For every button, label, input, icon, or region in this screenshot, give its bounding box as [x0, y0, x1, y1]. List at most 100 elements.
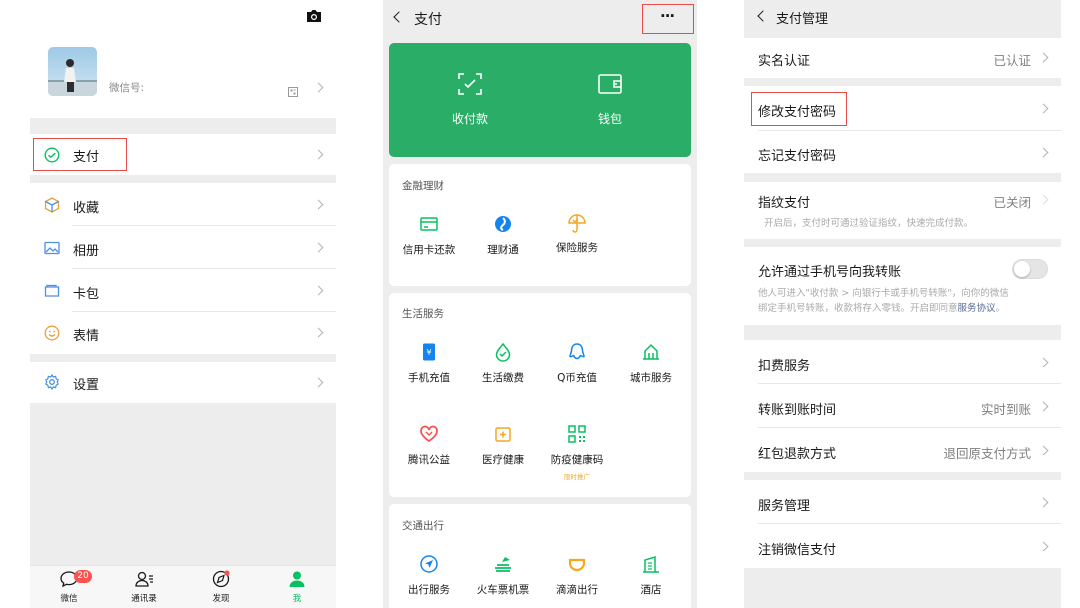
grid-item-utilities[interactable]: 生活缴费 — [464, 342, 542, 385]
row-service-management[interactable]: 服务管理 — [744, 480, 1061, 524]
chevron-right-icon — [1038, 194, 1049, 205]
grid-item-credit-card[interactable]: 信用卡还款 — [390, 214, 468, 257]
highlight-box — [33, 138, 127, 171]
highlight-box — [751, 92, 847, 126]
promo-tag: 限时推广 — [564, 473, 590, 481]
row-label: 实名认证 — [758, 54, 811, 69]
chevron-right-icon — [1038, 357, 1049, 368]
row-label: 注销微信支付 — [758, 543, 837, 558]
grid-item-didi[interactable]: 滴滴出行 — [538, 554, 616, 597]
row-label: 服务管理 — [758, 499, 811, 514]
grid-label: 城市服务 — [630, 372, 672, 384]
row-description-line1: 他人可进入"收付款 > 向银行卡或手机号转账"，向你的微信 — [758, 288, 1009, 299]
grid-item-charity[interactable]: 腾讯公益 — [390, 424, 468, 467]
grid-label: 手机充值 — [408, 372, 450, 384]
chevron-right-icon — [313, 199, 324, 210]
chevron-right-icon — [313, 242, 324, 253]
hotel-icon — [643, 555, 659, 573]
description-text: 绑定手机号转账，收款将存入零钱。开启即同意 — [758, 303, 958, 314]
tab-chats[interactable]: 微信 20 — [44, 570, 94, 604]
row-label: 忘记支付密码 — [758, 149, 837, 164]
menu-item-cards[interactable]: 卡包 — [30, 269, 336, 312]
avatar[interactable] — [48, 47, 97, 96]
menu-label-cards: 卡包 — [73, 287, 100, 302]
row-fingerprint[interactable]: 指纹支付 已关闭 开启后，支付时可通过验证指纹，快速完成付款。 — [744, 182, 1061, 239]
grid-label: 滴滴出行 — [556, 584, 598, 596]
grid-item-wealth[interactable]: 理财通 — [464, 214, 542, 257]
grid-label: 理财通 — [487, 244, 519, 256]
tab-discover[interactable]: 发现 — [196, 570, 246, 604]
camera-icon[interactable] — [306, 8, 322, 27]
phone-transfer-toggle[interactable] — [1012, 259, 1048, 279]
menu-item-favorites[interactable]: 收藏 — [30, 183, 336, 226]
grid-label: 防疫健康码 — [550, 454, 604, 466]
tab-contacts[interactable]: 通讯录 — [118, 570, 170, 604]
tab-me[interactable]: 我 — [272, 570, 322, 604]
page-title: 支付 — [414, 12, 442, 28]
grid-label: 火车票机票 — [476, 584, 530, 596]
page-title: 支付管理 — [776, 12, 829, 27]
row-realname[interactable]: 实名认证 已认证 — [744, 38, 1061, 78]
wealth-icon — [495, 216, 511, 232]
service-agreement-link[interactable]: 服务协议 — [958, 303, 996, 314]
row-deduction[interactable]: 扣费服务 — [744, 340, 1061, 384]
grid-item-hotel[interactable]: 酒店 — [612, 554, 690, 597]
cards-icon — [44, 283, 60, 303]
qr-code-icon[interactable] — [288, 82, 298, 101]
chevron-right-icon — [313, 377, 324, 388]
favorites-icon — [44, 197, 60, 217]
grid-label: 酒店 — [640, 584, 662, 596]
profile-header[interactable]: 微信号: — [30, 0, 336, 118]
menu-item-album[interactable]: 相册 — [30, 226, 336, 269]
row-description-line2: 绑定手机号转账，收款将存入零钱。开启即同意服务协议。 — [758, 301, 1047, 316]
menu-item-settings[interactable]: 设置 — [30, 362, 336, 403]
back-icon[interactable] — [393, 11, 405, 23]
row-arrival-time[interactable]: 转账到账时间 实时到账 — [744, 384, 1061, 428]
chevron-right-icon — [1038, 147, 1049, 158]
section-title: 交通出行 — [402, 520, 444, 532]
receive-pay-label: 收付款 — [451, 112, 488, 126]
grid-label: 医疗健康 — [482, 454, 524, 466]
row-red-packet-refund[interactable]: 红包退款方式 退回原支付方式 — [744, 428, 1061, 472]
section-title: 金融理财 — [402, 180, 444, 192]
svg-text:¥: ¥ — [426, 348, 431, 357]
travel-icon — [420, 555, 438, 573]
row-value: 实时到账 — [980, 402, 1031, 417]
chevron-right-icon — [313, 149, 324, 160]
receive-pay-button[interactable]: 收付款 — [431, 72, 509, 127]
grid-label: 信用卡还款 — [402, 244, 456, 256]
row-cancel-wechat-pay[interactable]: 注销微信支付 — [744, 524, 1061, 568]
grid-item-travel[interactable]: 出行服务 — [390, 554, 468, 597]
grid-item-health-code[interactable]: 防疫健康码 限时推广 — [538, 424, 616, 481]
row-label: 红包退款方式 — [758, 447, 837, 462]
menu-label-settings: 设置 — [73, 378, 100, 393]
medical-icon — [495, 427, 511, 442]
insurance-icon — [568, 214, 586, 233]
train-icon — [495, 557, 511, 572]
grid-item-city[interactable]: 城市服务 — [612, 342, 690, 385]
menu-label-favorites: 收藏 — [73, 201, 100, 216]
tab-label: 通讯录 — [131, 594, 157, 604]
credit-card-icon — [420, 217, 438, 231]
qcoin-icon — [569, 343, 585, 360]
row-forgot-password[interactable]: 忘记支付密码 — [744, 131, 1061, 173]
tab-label: 发现 — [212, 594, 230, 604]
didi-icon — [568, 558, 586, 572]
finance-card: 金融理财 信用卡还款 理财通 保险服务 — [389, 164, 691, 286]
grid-item-insurance[interactable]: 保险服务 — [538, 212, 616, 255]
grid-item-medical[interactable]: 医疗健康 — [464, 424, 542, 467]
menu-item-sticker[interactable]: 表情 — [30, 312, 336, 354]
toggle-knob — [1014, 261, 1030, 277]
grid-item-mobile-topup[interactable]: ¥ 手机充值 — [390, 342, 468, 385]
menu-label-sticker: 表情 — [73, 329, 100, 344]
chevron-right-icon — [313, 82, 324, 93]
unread-badge: 20 — [74, 570, 92, 583]
wallet-button[interactable]: 钱包 — [571, 72, 649, 127]
grid-item-train[interactable]: 火车票机票 — [464, 554, 542, 597]
row-label: 转账到账时间 — [758, 403, 837, 418]
wallet-label: 钱包 — [597, 112, 622, 126]
utilities-icon — [495, 342, 511, 362]
back-icon[interactable] — [757, 10, 769, 22]
grid-item-qcoin[interactable]: Q币充值 — [538, 342, 616, 385]
wechat-id-label: 微信号: — [109, 82, 145, 94]
